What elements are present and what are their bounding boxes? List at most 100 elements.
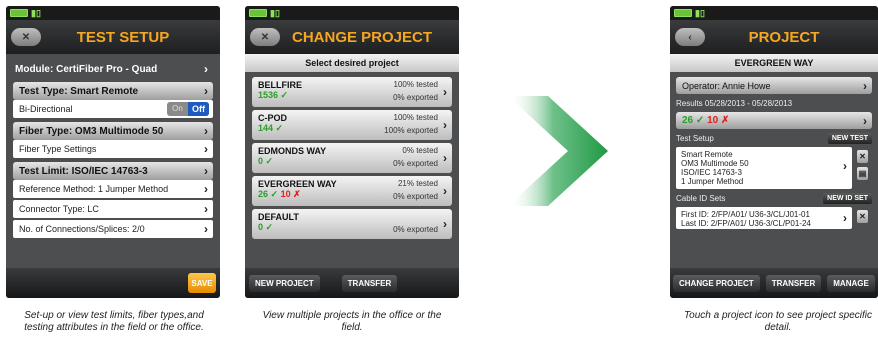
chevron-right-icon: › — [843, 159, 847, 173]
chevron-right-icon: › — [443, 85, 447, 99]
bi-directional-label: Bi-Directional — [19, 104, 73, 114]
setup-line: ISO/IEC 14763-3 — [681, 168, 742, 177]
module-label: Module: CertiFiber Pro - Quad — [15, 63, 158, 75]
project-tested: 0% tested — [402, 146, 438, 155]
project-exported: 0% exported — [393, 93, 438, 102]
project-evergreen-way[interactable]: EVERGREEN WAY 26 ✓ 10 ✗ 21% tested 0% ex… — [252, 176, 452, 206]
test-type-row[interactable]: Test Type: Smart Remote › — [13, 82, 213, 100]
test-limit-label: Test Limit: ISO/IEC 14763-3 — [19, 165, 148, 177]
chevron-right-icon: › — [204, 164, 208, 178]
module-row[interactable]: Module: CertiFiber Pro - Quad › — [13, 60, 213, 78]
fiber-type-settings-row[interactable]: Fiber Type Settings › — [13, 140, 213, 158]
reference-method-label: Reference Method: 1 Jumper Method — [19, 184, 169, 194]
test-setup-label: Test Setup — [676, 133, 714, 143]
change-project-button[interactable]: CHANGE PROJECT — [673, 274, 760, 292]
chevron-right-icon: › — [204, 124, 208, 138]
chevron-right-icon: › — [443, 118, 447, 132]
battery-icon — [674, 9, 692, 17]
project-edmonds-way[interactable]: EDMONDS WAY 0 ✓ 0% tested 0% exported › — [252, 143, 452, 173]
bi-directional-toggle[interactable]: On Off — [167, 102, 209, 116]
chevron-right-icon: › — [443, 184, 447, 198]
chevron-right-icon: › — [843, 211, 847, 225]
project-c-pod[interactable]: C-POD 144 ✓ 100% tested 100% exported › — [252, 110, 452, 140]
test-limit-row[interactable]: Test Limit: ISO/IEC 14763-3 › — [13, 162, 213, 180]
project-detail-screen: ▮▯ ‹ PROJECT EVERGREEN WAY Operator: Ann… — [670, 6, 878, 298]
results-label: Results 05/28/2013 - 05/28/2013 — [676, 98, 793, 108]
caption-change-project: View multiple projects in the office or … — [262, 310, 442, 333]
title-bar: ‹ PROJECT — [670, 20, 878, 54]
save-button[interactable]: SAVE — [188, 273, 216, 293]
status-bar: ▮▯ — [670, 6, 878, 20]
chevron-right-icon: › — [863, 113, 867, 128]
reference-method-row[interactable]: Reference Method: 1 Jumper Method › — [13, 180, 213, 198]
new-id-set-button[interactable]: NEW ID SET — [823, 192, 872, 204]
test-setup-section: Test Setup NEW TEST — [676, 131, 872, 145]
operator-label: Operator: Annie Howe — [682, 80, 771, 91]
subtitle: EVERGREEN WAY — [670, 54, 878, 72]
fail-count: 10 ✗ — [280, 189, 301, 199]
project-exported: 0% exported — [393, 192, 438, 201]
new-test-button[interactable]: NEW TEST — [827, 132, 872, 144]
setup-line: 1 Jumper Method — [681, 177, 744, 186]
back-button[interactable]: ✕ — [250, 28, 280, 46]
pass-count: 26 ✓ — [682, 115, 705, 126]
cable-id-section: Cable ID Sets NEW ID SET — [676, 191, 872, 205]
manage-button[interactable]: MANAGE — [827, 274, 875, 292]
delete-icon[interactable]: ✕ — [857, 150, 868, 163]
chevron-right-icon: › — [204, 84, 208, 98]
operator-row[interactable]: Operator: Annie Howe › — [676, 77, 872, 94]
project-tested: 100% tested — [393, 113, 438, 122]
results-row[interactable]: 26 ✓ 10 ✗ › — [676, 112, 872, 129]
project-default[interactable]: DEFAULT 0 ✓ 0% exported › — [252, 209, 452, 239]
chevron-right-icon: › — [863, 78, 867, 93]
cable-id-box[interactable]: First ID: 2/FP/A01/ U36-3/CL/J01-01 Last… — [676, 207, 852, 229]
bottom-bar: CHANGE PROJECT TRANSFER MANAGE — [670, 268, 878, 298]
setup-line: OM3 Multimode 50 — [681, 159, 749, 168]
title-bar: ✕ TEST SETUP — [6, 20, 220, 54]
connector-type-row[interactable]: Connector Type: LC › — [13, 200, 213, 218]
battery-icon — [10, 9, 28, 17]
delete-icon[interactable]: ✕ — [857, 210, 868, 223]
project-bellfire[interactable]: BELLFIRE 1536 ✓ 100% tested 0% exported … — [252, 77, 452, 107]
fiber-type-settings-label: Fiber Type Settings — [19, 144, 97, 154]
transfer-button[interactable]: TRANSFER — [765, 274, 822, 292]
connections-row[interactable]: No. of Connections/Splices: 2/0 › — [13, 220, 213, 238]
signal-icon: ▮▯ — [31, 8, 41, 18]
bottom-bar: SAVE — [6, 268, 220, 298]
back-button[interactable]: ‹ — [675, 28, 705, 46]
battery-icon — [249, 9, 267, 17]
subtitle: Select desired project — [245, 54, 459, 72]
signal-icon: ▮▯ — [695, 8, 705, 18]
project-tested: 100% tested — [393, 80, 438, 89]
new-project-button[interactable]: NEW PROJECT — [249, 274, 320, 292]
test-setup-screen: ▮▯ ✕ TEST SETUP Module: CertiFiber Pro -… — [6, 6, 220, 298]
caption-project-detail: Touch a project icon to see project spec… — [683, 310, 873, 333]
project-exported: 0% exported — [393, 225, 438, 234]
title-bar: ✕ CHANGE PROJECT — [245, 20, 459, 54]
test-setup-box[interactable]: Smart Remote OM3 Multimode 50 ISO/IEC 14… — [676, 147, 852, 189]
status-bar: ▮▯ — [245, 6, 459, 20]
chevron-right-icon: › — [204, 222, 208, 236]
connector-type-label: Connector Type: LC — [19, 204, 99, 214]
next-arrow-icon — [508, 96, 608, 206]
caption-test-setup: Set-up or view test limits, fiber types,… — [24, 310, 204, 333]
project-exported: 0% exported — [393, 159, 438, 168]
cable-line: Last ID: 2/FP/A01/ U36-3/CL/P01-24 — [681, 219, 811, 228]
bottom-bar: NEW PROJECT TRANSFER — [245, 268, 459, 298]
back-button[interactable]: ✕ — [11, 28, 41, 46]
signal-icon: ▮▯ — [270, 8, 280, 18]
cable-id-label: Cable ID Sets — [676, 193, 726, 203]
copy-icon[interactable]: ▤ — [857, 167, 868, 180]
toggle-on-label: On — [172, 104, 183, 113]
chevron-right-icon: › — [204, 142, 208, 156]
fiber-type-label: Fiber Type: OM3 Multimode 50 — [19, 125, 164, 137]
chevron-right-icon: › — [443, 217, 447, 231]
chevron-right-icon: › — [204, 182, 208, 196]
setup-line: Smart Remote — [681, 150, 733, 159]
project-tested: 21% tested — [397, 179, 438, 188]
toggle-off-label: Off — [188, 102, 209, 116]
project-name: DEFAULT — [258, 212, 299, 222]
fiber-type-row[interactable]: Fiber Type: OM3 Multimode 50 › — [13, 122, 213, 140]
test-type-label: Test Type: Smart Remote — [19, 85, 139, 97]
transfer-button[interactable]: TRANSFER — [341, 274, 398, 292]
